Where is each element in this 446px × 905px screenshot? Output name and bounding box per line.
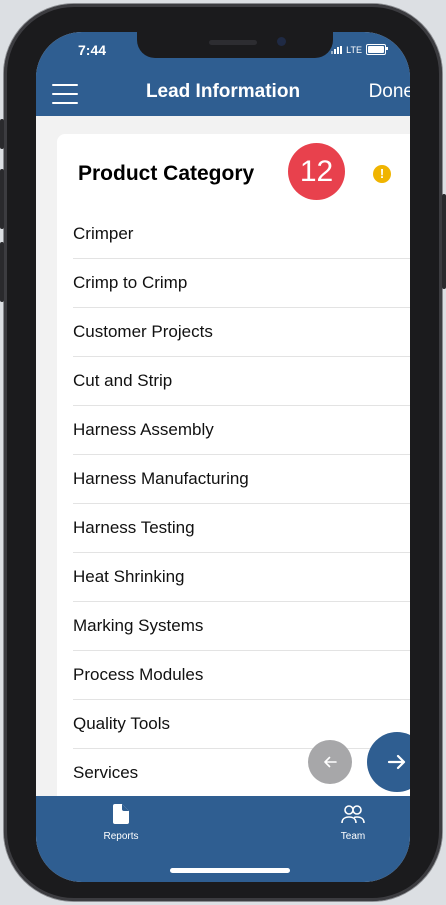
front-camera: [277, 37, 286, 46]
category-item[interactable]: Crimp to Crimp: [73, 259, 410, 308]
card-title: Product Category: [78, 162, 255, 185]
content-area: Product Category 12 ! Crimper Crimp to C…: [36, 116, 410, 796]
back-button[interactable]: [308, 740, 352, 784]
speaker-grille: [209, 40, 257, 45]
navigation-bar: Lead Information Done: [36, 72, 410, 116]
tab-team[interactable]: Team: [308, 804, 398, 842]
product-category-card: Product Category 12 ! Crimper Crimp to C…: [57, 134, 410, 796]
category-item[interactable]: Process Modules: [73, 651, 410, 700]
done-button[interactable]: Done: [369, 81, 410, 103]
warning-icon[interactable]: !: [373, 165, 391, 183]
category-item[interactable]: Harness Manufacturing: [73, 455, 410, 504]
category-item[interactable]: Marking Systems: [73, 602, 410, 651]
category-item[interactable]: Cut and Strip: [73, 357, 410, 406]
power-button: [442, 194, 446, 289]
home-indicator[interactable]: [170, 868, 290, 873]
category-item[interactable]: Harness Testing: [73, 504, 410, 553]
volume-up-button: [0, 169, 4, 229]
category-item[interactable]: Crimper: [73, 210, 410, 259]
notch: [137, 32, 333, 58]
document-icon: [113, 804, 129, 824]
tab-reports-label: Reports: [103, 831, 139, 842]
arrow-left-icon: [324, 756, 337, 768]
volume-down-button: [0, 242, 4, 302]
people-icon: [341, 805, 365, 824]
mute-switch: [0, 119, 4, 149]
carrier-label: LTE: [346, 44, 362, 55]
signal-icon: [331, 45, 343, 54]
tab-reports[interactable]: Reports: [76, 804, 166, 842]
category-list: Crimper Crimp to Crimp Customer Projects…: [73, 210, 410, 796]
category-item[interactable]: Harness Assembly: [73, 406, 410, 455]
phone-screen: 7:44 LTE Lead Information Done Product C…: [36, 32, 410, 882]
category-item[interactable]: Customer Projects: [73, 308, 410, 357]
status-time: 7:44: [78, 42, 107, 58]
category-item[interactable]: Services: [73, 749, 410, 796]
category-item[interactable]: Heat Shrinking: [73, 553, 410, 602]
page-title: Lead Information: [145, 81, 301, 102]
battery-icon: [366, 44, 388, 55]
tab-team-label: Team: [340, 831, 366, 842]
status-indicators: LTE: [331, 44, 388, 55]
step-number-badge: 12: [288, 143, 345, 200]
arrow-right-icon: [387, 754, 406, 770]
category-item[interactable]: Quality Tools: [73, 700, 410, 749]
